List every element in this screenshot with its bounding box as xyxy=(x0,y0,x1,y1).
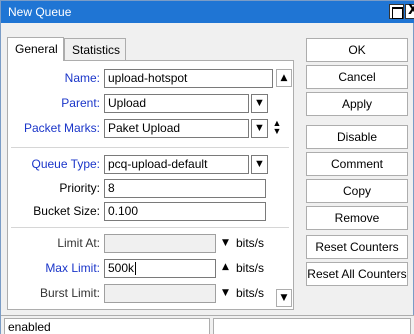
max-limit-toggle-icon[interactable]: ▲ xyxy=(222,262,229,272)
title-bar[interactable]: New Queue X xyxy=(1,1,414,23)
parent-dropdown-icon[interactable]: ▼ xyxy=(251,94,268,113)
limit-at-input[interactable] xyxy=(104,234,216,253)
priority-label: Priority: xyxy=(59,181,100,195)
general-panel: Name: upload-hotspot Parent: Upload ▼ Pa… xyxy=(7,60,294,310)
queue-type-dropdown-icon[interactable]: ▼ xyxy=(251,155,268,174)
packet-marks-select[interactable]: Paket Upload xyxy=(104,119,249,138)
text-cursor xyxy=(135,262,137,276)
maximize-icon[interactable] xyxy=(389,4,404,19)
divider xyxy=(11,227,289,228)
scroll-down-icon[interactable]: ▼ xyxy=(276,289,292,307)
divider xyxy=(11,147,289,148)
apply-button[interactable]: Apply xyxy=(306,92,408,116)
status-text: enabled xyxy=(4,318,210,334)
max-limit-value: 500k xyxy=(108,261,135,275)
close-button[interactable]: X xyxy=(405,3,414,19)
comment-button[interactable]: Comment xyxy=(306,152,408,176)
queue-type-label: Queue Type: xyxy=(31,157,101,171)
ok-button[interactable]: OK xyxy=(306,38,408,62)
parent-label: Parent: xyxy=(61,96,100,110)
copy-button[interactable]: Copy xyxy=(306,179,408,203)
reset-all-counters-button[interactable]: Reset All Counters xyxy=(306,262,408,286)
disable-button[interactable]: Disable xyxy=(306,125,408,149)
name-label: Name: xyxy=(64,71,100,85)
limit-at-toggle-icon[interactable]: ▼ xyxy=(222,238,229,248)
window-title: New Queue xyxy=(8,5,72,19)
bucket-size-input[interactable]: 0.100 xyxy=(104,202,266,221)
burst-limit-unit: bits/s xyxy=(236,286,265,300)
packet-marks-updown-icon[interactable]: ▲ ▼ xyxy=(270,119,284,138)
packet-marks-label: Packet Marks: xyxy=(23,121,100,135)
name-input[interactable]: upload-hotspot xyxy=(104,69,273,88)
cancel-button[interactable]: Cancel xyxy=(306,65,408,89)
queue-type-select[interactable]: pcq-upload-default xyxy=(104,155,249,174)
limit-at-label: Limit At: xyxy=(57,236,100,250)
priority-input[interactable]: 8 xyxy=(104,179,266,198)
reset-counters-button[interactable]: Reset Counters xyxy=(306,235,408,259)
bucket-size-label: Bucket Size: xyxy=(33,204,100,218)
status-secondary xyxy=(213,318,411,334)
burst-limit-toggle-icon[interactable]: ▼ xyxy=(222,288,229,298)
max-limit-unit: bits/s xyxy=(236,261,265,275)
burst-limit-label: Burst Limit: xyxy=(39,286,100,300)
limit-at-unit: bits/s xyxy=(236,236,265,250)
max-limit-input[interactable]: 500k xyxy=(104,259,216,278)
scroll-up-icon[interactable]: ▲ xyxy=(276,69,292,87)
tab-general[interactable]: General xyxy=(7,37,64,61)
packet-marks-dropdown-icon[interactable]: ▼ xyxy=(251,119,268,138)
new-queue-window: New Queue X General Statistics Name: upl… xyxy=(0,0,414,334)
tab-statistics-label: Statistics xyxy=(72,43,121,57)
max-limit-label: Max Limit: xyxy=(45,261,100,275)
parent-select[interactable]: Upload xyxy=(104,94,249,113)
tab-general-label: General xyxy=(15,42,58,56)
remove-button[interactable]: Remove xyxy=(306,206,408,230)
tab-statistics[interactable]: Statistics xyxy=(64,38,126,60)
close-icon: X xyxy=(408,3,414,18)
status-bar: enabled xyxy=(1,315,414,334)
burst-limit-input[interactable] xyxy=(104,284,216,303)
